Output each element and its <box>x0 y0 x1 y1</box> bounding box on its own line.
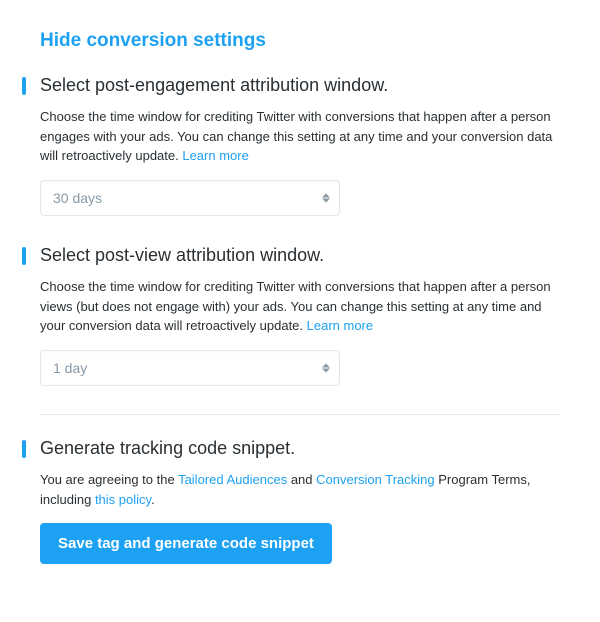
this-policy-link[interactable]: this policy <box>95 492 151 507</box>
post-view-learn-more-link[interactable]: Learn more <box>307 318 373 333</box>
post-engagement-select-value: 30 days <box>53 190 102 206</box>
post-view-section: Select post-view attribution window. Cho… <box>40 244 560 386</box>
post-engagement-select-wrap: 30 days <box>40 180 340 216</box>
save-tag-generate-snippet-button[interactable]: Save tag and generate code snippet <box>40 523 332 564</box>
generate-snippet-desc: You are agreeing to the Tailored Audienc… <box>40 470 560 509</box>
generate-snippet-section: Generate tracking code snippet. You are … <box>40 437 560 564</box>
terms-text-pre: You are agreeing to the <box>40 472 178 487</box>
post-engagement-select[interactable]: 30 days <box>40 180 340 216</box>
generate-snippet-title: Generate tracking code snippet. <box>40 437 560 460</box>
post-view-desc-text: Choose the time window for crediting Twi… <box>40 279 551 333</box>
post-view-title: Select post-view attribution window. <box>40 244 560 267</box>
terms-text-post: . <box>151 492 155 507</box>
post-engagement-title: Select post-engagement attribution windo… <box>40 74 560 97</box>
post-engagement-section: Select post-engagement attribution windo… <box>40 74 560 216</box>
post-view-select[interactable]: 1 day <box>40 350 340 386</box>
tailored-audiences-link[interactable]: Tailored Audiences <box>178 472 287 487</box>
section-divider <box>40 414 560 415</box>
post-view-select-wrap: 1 day <box>40 350 340 386</box>
post-view-select-value: 1 day <box>53 360 87 376</box>
terms-text-mid1: and <box>287 472 316 487</box>
conversion-tracking-link[interactable]: Conversion Tracking <box>316 472 435 487</box>
hide-conversion-settings-toggle[interactable]: Hide conversion settings <box>40 30 560 52</box>
post-engagement-learn-more-link[interactable]: Learn more <box>182 148 248 163</box>
post-view-desc: Choose the time window for crediting Twi… <box>40 277 560 336</box>
post-engagement-desc: Choose the time window for crediting Twi… <box>40 107 560 166</box>
post-engagement-desc-text: Choose the time window for crediting Twi… <box>40 109 552 163</box>
